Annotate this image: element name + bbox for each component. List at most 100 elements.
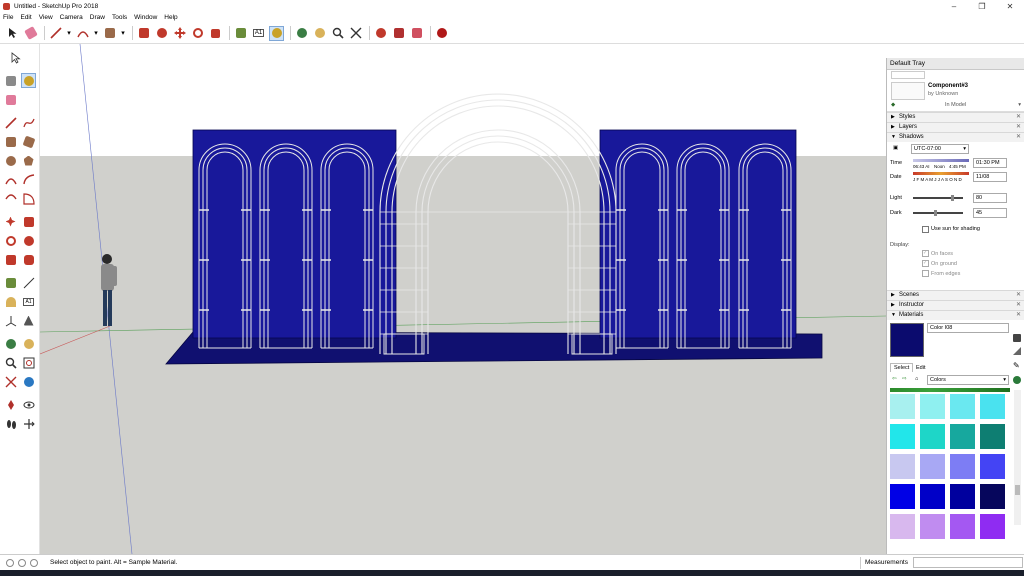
dark-field[interactable]: 45 bbox=[973, 208, 1007, 218]
two-point-arc-icon[interactable] bbox=[21, 172, 36, 187]
freehand-icon[interactable] bbox=[21, 115, 36, 130]
section-styles[interactable]: ▶ Styles ✕ bbox=[887, 112, 1024, 122]
details-icon[interactable] bbox=[1013, 376, 1021, 384]
material-swatch[interactable] bbox=[950, 454, 975, 479]
dark-slider-knob[interactable] bbox=[934, 210, 938, 216]
sample-paint-icon[interactable] bbox=[1013, 347, 1021, 355]
material-swatch[interactable] bbox=[980, 424, 1005, 449]
dimension-icon[interactable] bbox=[21, 275, 36, 290]
time-slider[interactable] bbox=[913, 159, 969, 162]
utc-select[interactable]: UTC-07:00 ▾ bbox=[911, 144, 969, 154]
material-swatch[interactable] bbox=[890, 394, 915, 419]
menu-tools[interactable]: Tools bbox=[112, 14, 127, 21]
material-swatch[interactable] bbox=[920, 394, 945, 419]
menu-edit[interactable]: Edit bbox=[20, 14, 31, 21]
section-materials[interactable]: ▼ Materials ✕ bbox=[887, 310, 1024, 320]
section-plane-icon[interactable] bbox=[21, 416, 36, 431]
look-around-icon[interactable] bbox=[21, 397, 36, 412]
library-select[interactable]: Colors ▾ bbox=[927, 375, 1009, 385]
move-icon[interactable] bbox=[3, 214, 18, 229]
create-material-icon[interactable] bbox=[1013, 334, 1021, 342]
protractor-icon[interactable] bbox=[3, 294, 18, 309]
orbit-icon[interactable] bbox=[294, 26, 309, 41]
component-back-icon[interactable]: ◆ bbox=[891, 102, 895, 108]
material-swatch[interactable] bbox=[950, 424, 975, 449]
rotated-rectangle-icon[interactable] bbox=[21, 134, 36, 149]
select-icon[interactable] bbox=[8, 50, 23, 65]
rectangle-icon[interactable] bbox=[3, 134, 18, 149]
material-swatch[interactable] bbox=[890, 514, 915, 539]
zoom-icon[interactable] bbox=[3, 355, 18, 370]
measurements-input[interactable] bbox=[913, 557, 1023, 568]
forward-arrow-icon[interactable]: ⇨ bbox=[902, 376, 907, 382]
pan-icon[interactable] bbox=[21, 336, 36, 351]
arc-icon[interactable] bbox=[75, 26, 90, 41]
select-icon[interactable] bbox=[5, 26, 20, 41]
rotate-icon[interactable] bbox=[190, 26, 205, 41]
date-field[interactable]: 11/08 bbox=[973, 172, 1007, 182]
chevron-down-icon[interactable]: ▾ bbox=[1018, 102, 1021, 108]
eyedropper-icon[interactable]: ✎ bbox=[1013, 361, 1020, 370]
tab-select[interactable]: Select bbox=[890, 363, 914, 372]
circle-icon[interactable] bbox=[3, 153, 18, 168]
paint-bucket-icon[interactable] bbox=[269, 25, 284, 41]
three-point-arc-icon[interactable] bbox=[3, 191, 18, 206]
material-swatch[interactable] bbox=[950, 394, 975, 419]
scale-icon[interactable] bbox=[3, 252, 18, 267]
menu-window[interactable]: Window bbox=[134, 14, 157, 21]
push-pull-icon[interactable] bbox=[21, 214, 36, 229]
previous-view-icon[interactable] bbox=[21, 374, 36, 389]
material-swatch[interactable] bbox=[980, 514, 1005, 539]
warehouse-icon[interactable] bbox=[373, 26, 388, 41]
material-swatch[interactable] bbox=[980, 454, 1005, 479]
use-sun-checkbox[interactable] bbox=[922, 226, 929, 233]
info-icon[interactable] bbox=[6, 558, 14, 567]
menu-camera[interactable]: Camera bbox=[60, 14, 83, 21]
material-swatch[interactable] bbox=[890, 424, 915, 449]
close-button[interactable]: ✕ bbox=[996, 0, 1024, 12]
menu-view[interactable]: View bbox=[39, 14, 53, 21]
text-icon[interactable]: A1 bbox=[251, 26, 266, 41]
from-edges-checkbox[interactable] bbox=[922, 270, 929, 277]
modeling-viewport[interactable] bbox=[40, 44, 886, 554]
geo-location-icon[interactable] bbox=[18, 558, 26, 567]
chevron-down-icon[interactable]: ▾ bbox=[93, 26, 99, 41]
on-ground-checkbox[interactable]: ✓ bbox=[922, 260, 929, 267]
menu-file[interactable]: File bbox=[3, 14, 13, 21]
material-swatch[interactable] bbox=[920, 424, 945, 449]
menu-help[interactable]: Help bbox=[164, 14, 177, 21]
follow-me-icon[interactable] bbox=[154, 26, 169, 41]
light-slider[interactable] bbox=[913, 195, 963, 201]
scale-icon[interactable] bbox=[208, 26, 223, 41]
credits-icon[interactable] bbox=[30, 558, 38, 567]
line-icon[interactable] bbox=[48, 26, 63, 41]
3d-text-icon[interactable] bbox=[21, 313, 36, 328]
share-model-icon[interactable] bbox=[409, 26, 424, 41]
tape-icon[interactable] bbox=[3, 275, 18, 290]
material-swatch[interactable] bbox=[890, 454, 915, 479]
material-swatch[interactable] bbox=[950, 484, 975, 509]
time-field[interactable]: 01:30 PM bbox=[973, 158, 1007, 168]
zoom-extents-icon[interactable] bbox=[3, 374, 18, 389]
chevron-down-icon[interactable]: ▾ bbox=[120, 26, 126, 41]
ruby-icon[interactable] bbox=[434, 26, 449, 41]
walk-icon[interactable] bbox=[3, 416, 18, 431]
material-swatch[interactable] bbox=[920, 454, 945, 479]
tape-icon[interactable] bbox=[233, 26, 248, 41]
section-layers[interactable]: ▶ Layers ✕ bbox=[887, 122, 1024, 132]
menu-draw[interactable]: Draw bbox=[90, 14, 105, 21]
date-slider[interactable] bbox=[913, 172, 969, 175]
text-icon[interactable]: A1 bbox=[21, 294, 36, 309]
light-slider-knob[interactable] bbox=[950, 195, 954, 201]
material-swatch[interactable] bbox=[920, 514, 945, 539]
shape-icon[interactable] bbox=[102, 26, 117, 41]
back-arrow-icon[interactable]: ⇦ bbox=[892, 376, 897, 382]
move-icon[interactable] bbox=[172, 26, 187, 41]
scrollbar-thumb[interactable] bbox=[1015, 485, 1020, 495]
paint-bucket-icon[interactable] bbox=[21, 73, 36, 88]
make-component-icon[interactable] bbox=[3, 73, 18, 88]
position-camera-icon[interactable] bbox=[3, 397, 18, 412]
section-scenes[interactable]: ▶ Scenes ✕ bbox=[887, 290, 1024, 300]
chevron-down-icon[interactable]: ▾ bbox=[66, 26, 72, 41]
arc-icon[interactable] bbox=[3, 172, 18, 187]
